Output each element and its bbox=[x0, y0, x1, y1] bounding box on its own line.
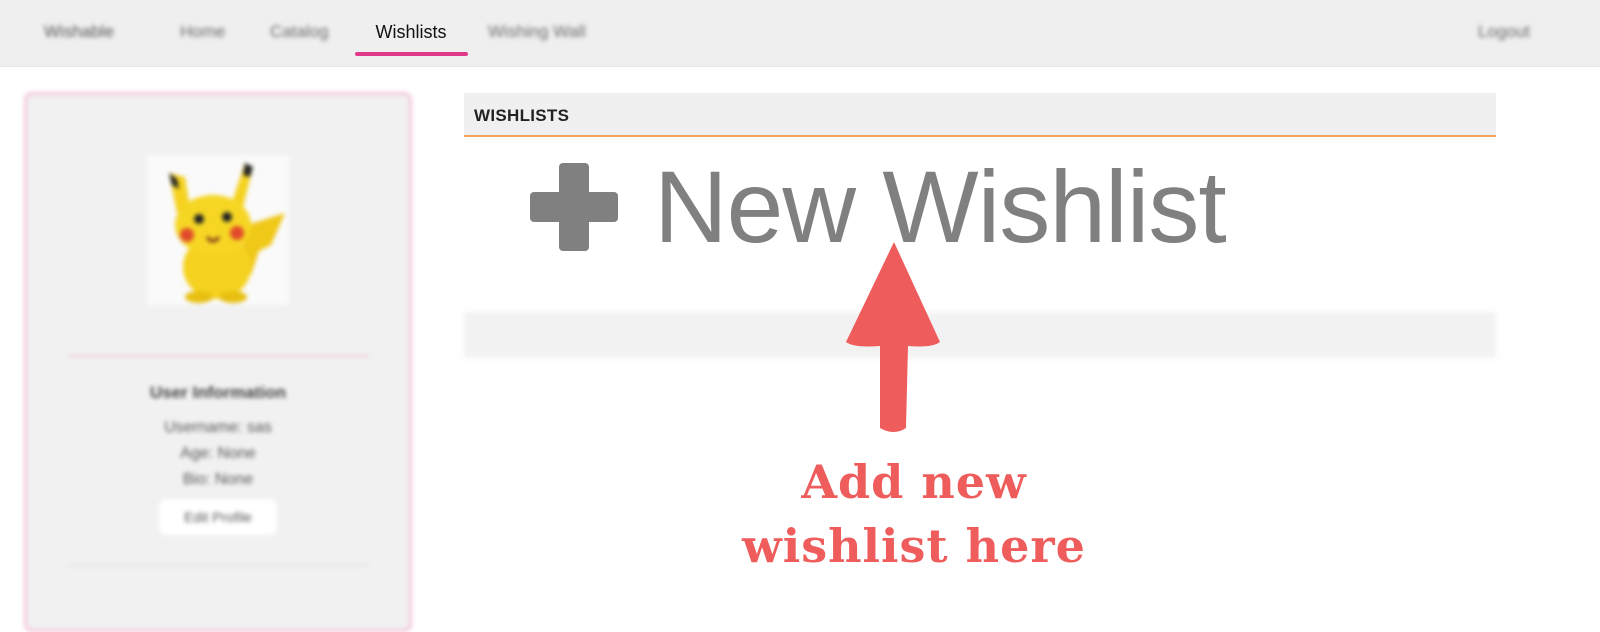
profile-divider-bottom bbox=[69, 565, 369, 566]
annotation-line-2: wishlist here bbox=[742, 519, 1086, 573]
active-tab-indicator bbox=[355, 52, 468, 56]
top-navbar: Wishable Home Catalog Wishlists Wishing … bbox=[0, 0, 1600, 67]
annotation-text: Add new wishlist here bbox=[670, 450, 1158, 578]
edit-profile-button[interactable]: Edit Profile bbox=[159, 499, 277, 535]
avatar bbox=[147, 155, 289, 305]
username-text: Username: sas bbox=[164, 419, 272, 436]
nav-home[interactable]: Home bbox=[180, 22, 225, 42]
user-info-heading: User Information bbox=[149, 383, 287, 402]
annotation-arrow-icon bbox=[846, 242, 940, 432]
annotation-line-1: Add new bbox=[801, 455, 1027, 509]
wishlist-list-placeholder bbox=[464, 312, 1496, 358]
section-title: WISHLISTS bbox=[474, 106, 570, 125]
profile-divider bbox=[69, 355, 369, 357]
pikachu-avatar-image bbox=[169, 163, 285, 303]
profile-card: User Information Username: sas Age: None… bbox=[24, 92, 412, 632]
nav-wishlists[interactable]: Wishlists bbox=[355, 22, 467, 43]
logout-link[interactable]: Logout bbox=[1478, 22, 1530, 42]
bio-text: Bio: None bbox=[182, 471, 254, 488]
age-text: Age: None bbox=[180, 445, 256, 462]
brand-logo[interactable]: Wishable bbox=[44, 22, 114, 42]
nav-wishing-wall[interactable]: Wishing Wall bbox=[488, 22, 586, 42]
nav-catalog[interactable]: Catalog bbox=[270, 22, 329, 42]
wishlists-section-header: WISHLISTS bbox=[464, 93, 1496, 137]
plus-icon bbox=[526, 159, 622, 255]
